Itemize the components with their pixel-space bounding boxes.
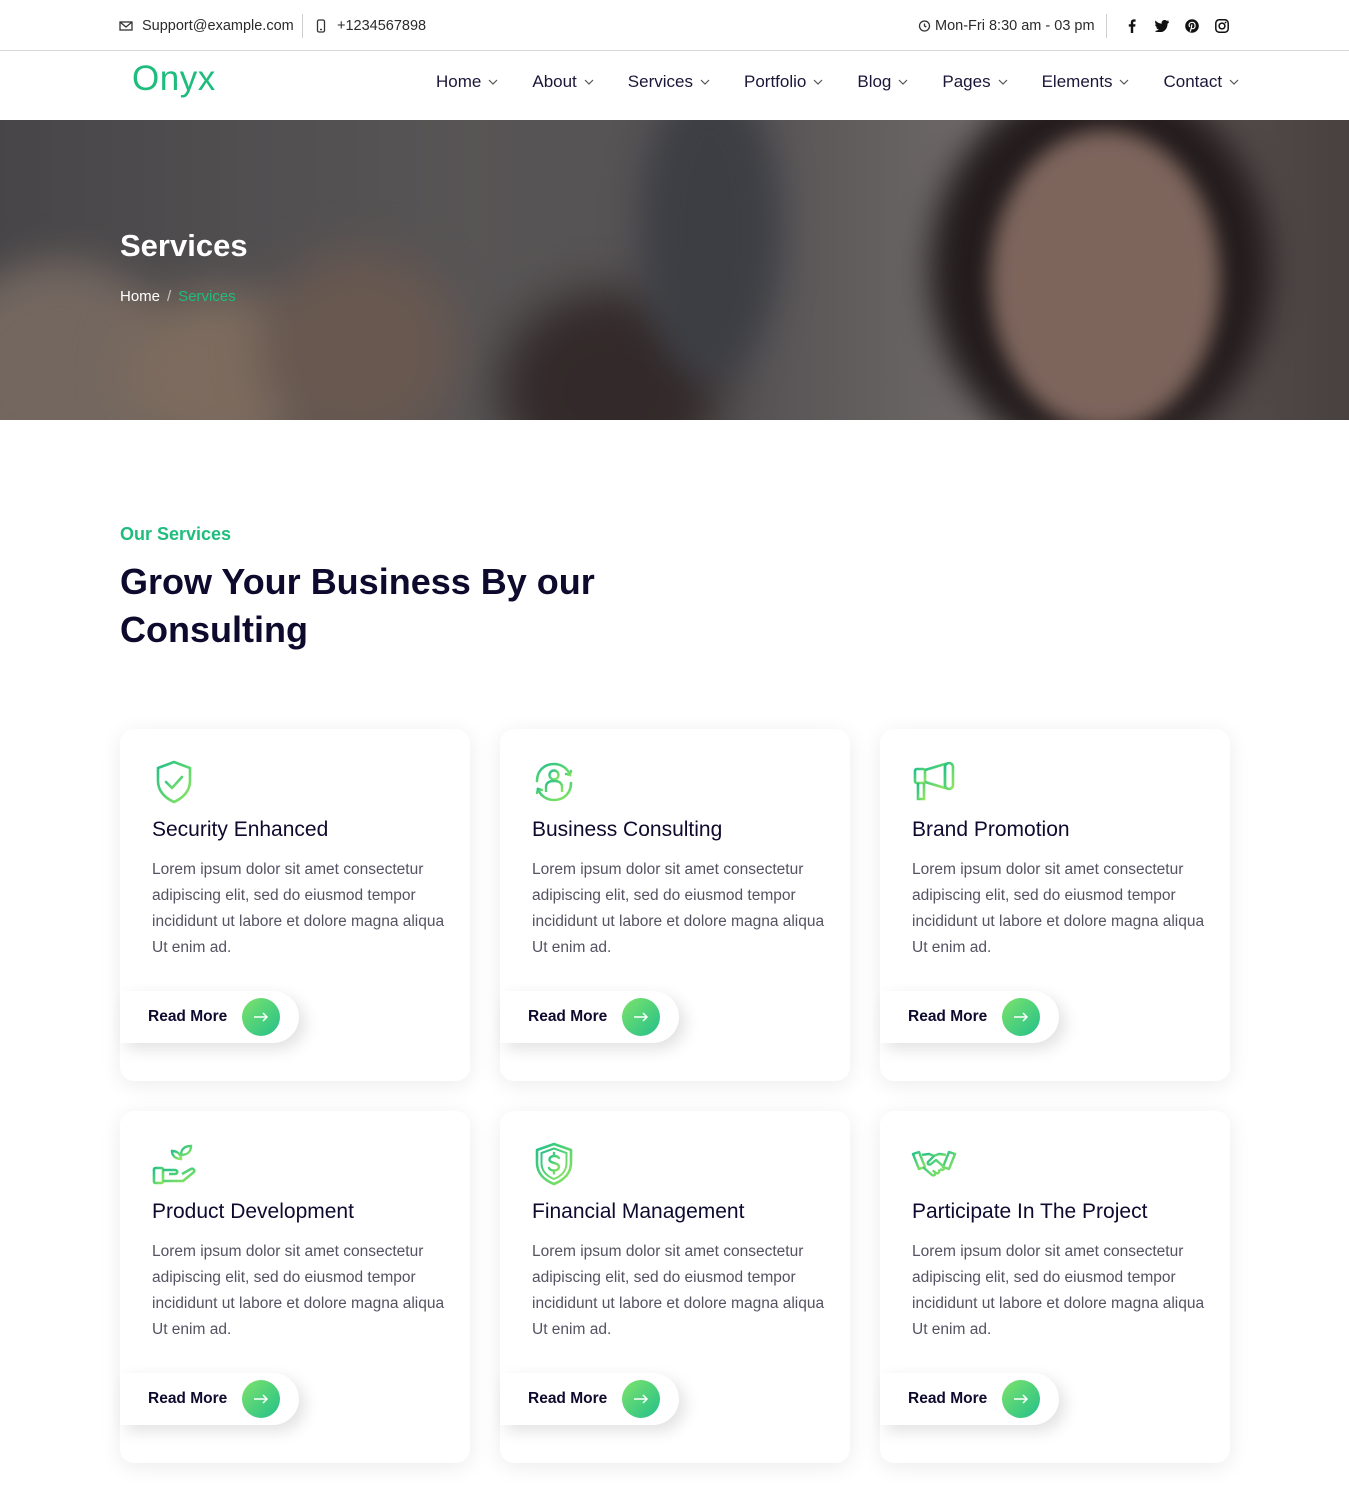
nav-item-portfolio[interactable]: Portfolio <box>744 72 824 92</box>
instagram-icon[interactable] <box>1215 18 1229 33</box>
nav-label: Blog <box>857 72 892 91</box>
nav-label: Elements <box>1041 72 1113 91</box>
service-title: Business Consulting <box>532 818 723 841</box>
twitter-icon[interactable] <box>1155 19 1169 33</box>
service-description: Lorem ipsum dolor sit amet consectetur a… <box>532 861 825 956</box>
arrow-right-icon <box>242 1380 280 1418</box>
top-bar: Support@example.com +1234567898 Mon-Fri … <box>0 0 1349 51</box>
facebook-icon[interactable] <box>1125 18 1139 33</box>
breadcrumb-separator: / <box>167 288 172 305</box>
nav-item-contact[interactable]: Contact <box>1163 72 1240 92</box>
service-title: Brand Promotion <box>912 818 1070 841</box>
read-more-button[interactable]: Read More <box>880 991 1059 1043</box>
service-card: Security Enhanced Lorem ipsum dolor sit … <box>120 729 470 1081</box>
nav-item-home[interactable]: Home <box>436 72 499 92</box>
read-more-label: Read More <box>908 1390 988 1407</box>
service-description: Lorem ipsum dolor sit amet consectetur a… <box>912 861 1205 956</box>
read-more-label: Read More <box>528 1008 608 1025</box>
breadcrumb-home-link[interactable]: Home <box>120 288 160 305</box>
breadcrumb: Home / Services <box>120 288 236 305</box>
arrow-right-icon <box>622 998 660 1036</box>
support-phone[interactable]: +1234567898 <box>314 0 426 51</box>
divider <box>1106 14 1107 38</box>
service-card: Participate In The Project Lorem ipsum d… <box>880 1111 1230 1463</box>
nav-label: Home <box>436 72 482 91</box>
arrow-right-icon <box>242 998 280 1036</box>
read-more-label: Read More <box>908 1008 988 1025</box>
chevron-down-icon <box>699 76 711 88</box>
arrow-right-icon <box>1002 998 1040 1036</box>
page-title: Services <box>120 228 248 263</box>
service-description: Lorem ipsum dolor sit amet consectetur a… <box>912 1243 1205 1338</box>
chevron-down-icon <box>897 76 909 88</box>
service-card: Financial Management Lorem ipsum dolor s… <box>500 1111 850 1463</box>
phone-icon <box>314 18 328 33</box>
read-more-button[interactable]: Read More <box>120 991 299 1043</box>
breadcrumb-current: Services <box>178 288 236 305</box>
read-more-button[interactable]: Read More <box>500 991 679 1043</box>
opening-hours: Mon-Fri 8:30 am - 03 pm <box>917 0 1095 51</box>
page-hero: Services Home / Services <box>0 120 1349 420</box>
nav-label: Pages <box>942 72 991 91</box>
service-card: Business Consulting Lorem ipsum dolor si… <box>500 729 850 1081</box>
nav-label: About <box>532 72 577 91</box>
service-description: Lorem ipsum dolor sit amet consectetur a… <box>152 1243 445 1338</box>
read-more-label: Read More <box>148 1008 228 1025</box>
service-description: Lorem ipsum dolor sit amet consectetur a… <box>532 1243 825 1338</box>
chevron-down-icon <box>997 76 1009 88</box>
support-email[interactable]: Support@example.com <box>119 0 294 51</box>
nav-label: Portfolio <box>743 72 807 91</box>
section-title: Grow Your Business By our Consulting <box>120 561 595 650</box>
chevron-down-icon <box>812 76 824 88</box>
shield-dollar-icon <box>531 1141 577 1187</box>
service-title: Security Enhanced <box>152 818 329 841</box>
section-eyebrow: Our Services <box>120 524 232 544</box>
hand-plant-icon <box>151 1141 197 1187</box>
service-card: Brand Promotion Lorem ipsum dolor sit am… <box>880 729 1230 1081</box>
read-more-button[interactable]: Read More <box>500 1373 679 1425</box>
nav-label: Services <box>627 72 693 91</box>
chevron-down-icon <box>1228 76 1240 88</box>
handshake-icon <box>911 1141 957 1187</box>
social-links <box>1125 0 1245 51</box>
read-more-button[interactable]: Read More <box>880 1373 1059 1425</box>
nav-item-elements[interactable]: Elements <box>1042 72 1131 92</box>
service-card: Product Development Lorem ipsum dolor si… <box>120 1111 470 1463</box>
nav-item-pages[interactable]: Pages <box>942 72 1008 92</box>
service-title: Participate In The Project <box>912 1200 1148 1223</box>
service-title: Financial Management <box>532 1200 745 1223</box>
shield-check-icon <box>151 759 197 805</box>
nav-item-services[interactable]: Services <box>628 72 711 92</box>
nav-item-blog[interactable]: Blog <box>857 72 909 92</box>
support-email-text: Support@example.com <box>142 17 294 34</box>
support-phone-text: +1234567898 <box>337 17 427 34</box>
main-nav: Home About Services Portfolio Blog Pages… <box>436 51 1240 113</box>
pinterest-icon[interactable] <box>1185 18 1199 33</box>
nav-item-about[interactable]: About <box>532 72 594 92</box>
consulting-person-icon <box>531 759 577 805</box>
arrow-right-icon <box>622 1380 660 1418</box>
chevron-down-icon <box>583 76 595 88</box>
hero-overlay <box>0 120 1349 420</box>
read-more-button[interactable]: Read More <box>120 1373 299 1425</box>
divider <box>302 14 303 38</box>
chevron-down-icon <box>487 76 499 88</box>
service-description: Lorem ipsum dolor sit amet consectetur a… <box>152 861 445 956</box>
read-more-label: Read More <box>148 1390 228 1407</box>
arrow-right-icon <box>1002 1380 1040 1418</box>
read-more-label: Read More <box>528 1390 608 1407</box>
chevron-down-icon <box>1118 76 1130 88</box>
header: Onyx Home About Services Portfolio Blog … <box>0 51 1349 120</box>
opening-hours-text: Mon-Fri 8:30 am - 03 pm <box>935 17 1095 34</box>
nav-label: Contact <box>1163 72 1223 91</box>
service-title: Product Development <box>152 1200 354 1223</box>
megaphone-icon <box>911 759 957 805</box>
logo[interactable]: Onyx <box>132 59 216 99</box>
mail-icon <box>119 19 133 33</box>
clock-icon <box>917 19 931 33</box>
